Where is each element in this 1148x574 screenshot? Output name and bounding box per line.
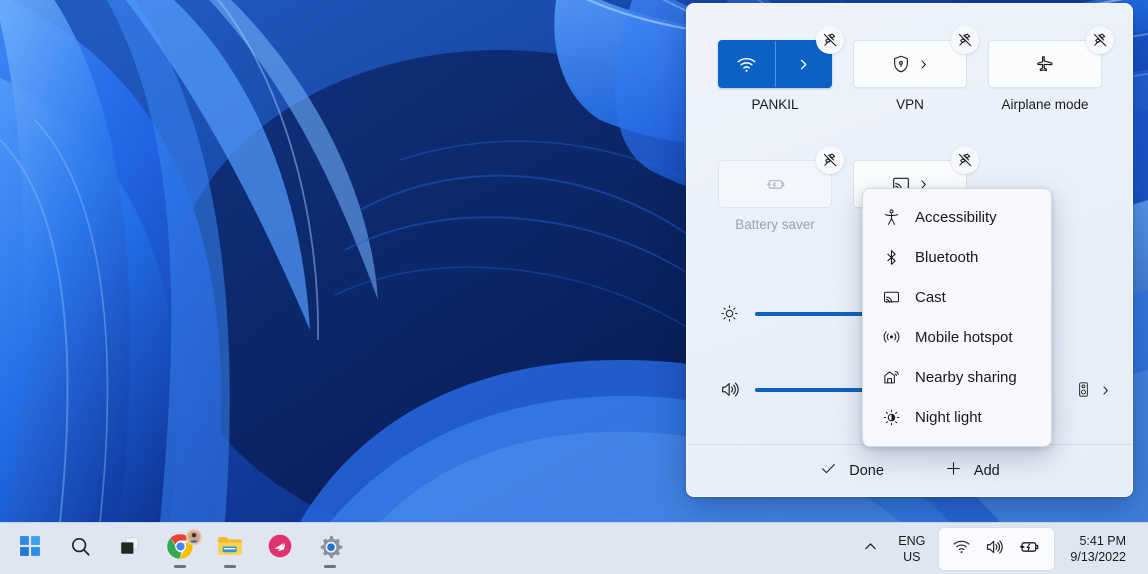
tile-button-airplane-mode[interactable] [988, 40, 1102, 88]
tray-language-indicator[interactable]: ENG US [888, 529, 935, 569]
brightness-icon [718, 304, 740, 323]
unpin-icon-cast[interactable] [951, 146, 979, 174]
nearby-sharing-icon [881, 368, 901, 387]
add-tile-flyout-menu: Accessibility Bluetooth Cast Mobile hots… [862, 188, 1052, 447]
tile-wifi[interactable]: PANKIL [718, 26, 844, 113]
menu-label-bluetooth: Bluetooth [915, 248, 979, 266]
taskbar-start-button[interactable] [8, 527, 52, 571]
menu-item-mobile-hotspot[interactable]: Mobile hotspot [863, 317, 1051, 357]
tile-button-vpn[interactable] [853, 40, 967, 88]
tile-label-vpn: VPN [896, 97, 924, 112]
chevron-right-icon-vpn [918, 59, 929, 70]
taskbar-pink-app-button[interactable] [258, 527, 302, 571]
gear-icon [317, 533, 344, 565]
night-light-icon [881, 408, 901, 427]
add-button[interactable]: Add [935, 454, 1009, 487]
shield-lock-icon [891, 54, 911, 74]
audio-output-selector[interactable] [1075, 381, 1111, 403]
taskbar-settings-button[interactable] [308, 527, 352, 571]
running-indicator-explorer [224, 564, 236, 568]
cast-icon [881, 288, 901, 307]
plus-icon [944, 459, 963, 482]
tile-airplane-mode[interactable]: Airplane mode [988, 26, 1114, 113]
tile-button-battery-saver[interactable] [718, 160, 832, 208]
battery-charging-icon [1017, 537, 1041, 562]
unpin-icon-airplane[interactable] [1086, 26, 1114, 54]
menu-label-mobile-hotspot: Mobile hotspot [915, 328, 1013, 346]
bluetooth-icon [881, 248, 901, 267]
running-indicator-settings [324, 564, 336, 568]
search-icon [69, 535, 92, 563]
menu-item-accessibility[interactable]: Accessibility [863, 197, 1051, 237]
tray-overflow-button[interactable] [852, 529, 888, 569]
language-line-2: US [903, 550, 921, 564]
unpin-icon-battery-saver[interactable] [816, 146, 844, 174]
taskbar-task-view-button[interactable] [108, 527, 152, 571]
mobile-hotspot-icon [881, 328, 901, 347]
airplane-icon [1034, 53, 1056, 75]
quick-settings-tile-row-1: PANKIL VPN Airplane mode [718, 26, 1114, 113]
menu-label-night-light: Night light [915, 408, 982, 426]
volume-icon [718, 379, 740, 400]
folder-icon [216, 532, 244, 565]
menu-item-night-light[interactable]: Night light [863, 397, 1051, 437]
taskbar-file-explorer-button[interactable] [208, 527, 252, 571]
unpin-icon-wifi[interactable] [816, 26, 844, 54]
menu-label-cast: Cast [915, 288, 946, 306]
chrome-profile-avatar [186, 528, 202, 545]
tile-label-airplane-mode: Airplane mode [1001, 97, 1089, 112]
tray-quick-settings-button[interactable] [939, 528, 1055, 570]
tray-clock[interactable]: 5:41 PM 9/13/2022 [1054, 529, 1137, 570]
battery-saver-icon [763, 172, 787, 196]
taskbar: ENG US 5:41 PM 9/13/2022 [0, 522, 1148, 574]
taskbar-search-button[interactable] [58, 527, 102, 571]
task-view-icon [118, 534, 142, 563]
menu-item-cast[interactable]: Cast [863, 277, 1051, 317]
unpin-icon-vpn[interactable] [951, 26, 979, 54]
chevron-right-icon-audio [1100, 383, 1111, 401]
add-label: Add [973, 462, 1000, 479]
tile-button-wifi[interactable] [718, 40, 832, 88]
tile-label-wifi: PANKIL [751, 97, 799, 112]
tile-wifi-toggle[interactable] [719, 41, 776, 87]
quick-settings-footer: Done Add [687, 444, 1132, 496]
done-button[interactable]: Done [810, 454, 893, 487]
accessibility-icon [881, 208, 901, 227]
check-icon [819, 459, 838, 482]
tile-label-battery-saver: Battery saver [735, 217, 815, 232]
running-indicator-chrome [174, 564, 186, 568]
menu-label-accessibility: Accessibility [915, 208, 997, 226]
menu-label-nearby-sharing: Nearby sharing [915, 368, 1017, 386]
chevron-up-icon [863, 539, 878, 559]
tray-time: 5:41 PM [1079, 533, 1126, 548]
windows-start-icon [19, 535, 41, 562]
wifi-icon [736, 54, 757, 75]
tray-date: 9/13/2022 [1070, 550, 1126, 564]
tile-battery-saver[interactable]: Battery saver [718, 146, 844, 233]
volume-icon [984, 537, 1004, 562]
wifi-icon [952, 537, 971, 561]
pink-app-icon [267, 533, 293, 564]
done-label: Done [849, 462, 884, 479]
tile-vpn[interactable]: VPN [853, 26, 979, 113]
speaker-device-icon [1075, 381, 1092, 403]
taskbar-chrome-button[interactable] [158, 527, 202, 571]
menu-item-nearby-sharing[interactable]: Nearby sharing [863, 357, 1051, 397]
chevron-right-icon [797, 58, 810, 71]
system-tray: ENG US 5:41 PM 9/13/2022 [852, 523, 1148, 574]
menu-item-bluetooth[interactable]: Bluetooth [863, 237, 1051, 277]
language-line-1: ENG [898, 534, 926, 548]
desktop-screen: PANKIL VPN Airplane mode Battery saver D… [0, 0, 1148, 574]
